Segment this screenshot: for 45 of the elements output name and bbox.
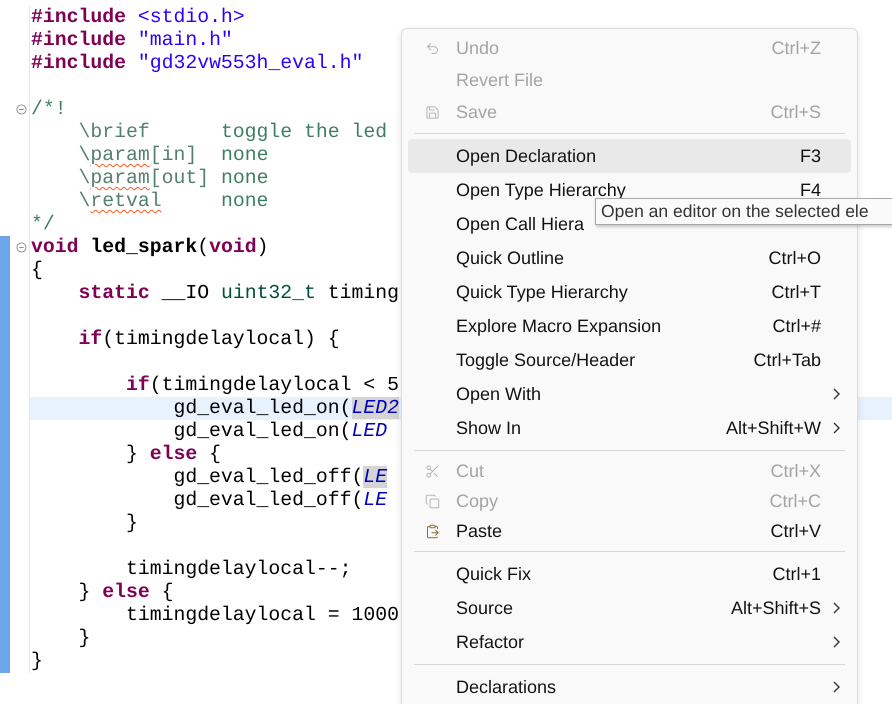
fold-icon[interactable] [16,242,27,253]
code-line: gd_eval_led_off(LE [172,466,388,489]
code-line: #include "main.h" [30,29,234,52]
code-line: \param[in] none [77,144,270,167]
menu-item[interactable]: Refactor [408,625,851,659]
code-line: #include <stdio.h> [30,6,246,29]
menu-item[interactable]: Open Declaration F3 [408,139,851,173]
save-icon [424,104,440,120]
code-line: timingdelaylocal = 1000 [124,604,399,627]
menu-item[interactable]: Toggle Source/Header Ctrl+Tab [408,343,851,377]
code-line: \brief toggle the led [77,121,388,144]
code-line: #include "gd32vw553h_eval.h" [30,52,364,75]
tooltip: Open an editor on the selected ele [595,198,892,225]
code-line: gd_eval_led_on(LED2 [172,397,399,420]
menu-item[interactable]: Quick Fix Ctrl+1 [408,557,851,591]
menu-item[interactable]: Quick Outline Ctrl+O [408,241,851,275]
code-line: static __IO uint32_t timing [77,282,399,305]
code-line: timingdelaylocal--; [124,558,353,581]
code-line: } [77,627,92,650]
code-line: */ [30,213,56,236]
code-line: gd_eval_led_off(LE [172,489,388,512]
copy-icon [424,494,440,508]
code-line: if(timingdelaylocal) { [77,328,341,351]
code-line: } else { [77,581,174,604]
menu-item[interactable]: Paste Ctrl+V [408,516,851,546]
code-line: } [30,650,44,673]
code-line: { [30,259,44,282]
menu-item[interactable]: Quick Type Hierarchy Ctrl+T [408,275,851,309]
fold-icon[interactable] [16,104,27,115]
clipboard-icon [424,524,440,538]
menu-item[interactable]: Show In Alt+Shift+W [408,411,851,445]
code-line: } else { [124,443,222,466]
scissors-icon [424,464,440,478]
code-line: } [124,512,139,535]
code-line: gd_eval_led_on(LED [172,420,388,443]
code-line: \param[out] none [77,167,270,190]
menu-item[interactable]: Declarations [408,670,851,704]
code-line: if(timingdelaylocal < 5 [124,374,399,397]
code-line: void led_spark(void) [30,236,270,259]
menu-item[interactable]: Explore Macro Expansion Ctrl+# [408,309,851,343]
code-line: /*! [30,98,68,121]
undo-icon [424,40,440,56]
menu-item[interactable]: Source Alt+Shift+S [408,591,851,625]
menu-item[interactable]: Open With [408,377,851,411]
code-line: \retval none [77,190,270,213]
